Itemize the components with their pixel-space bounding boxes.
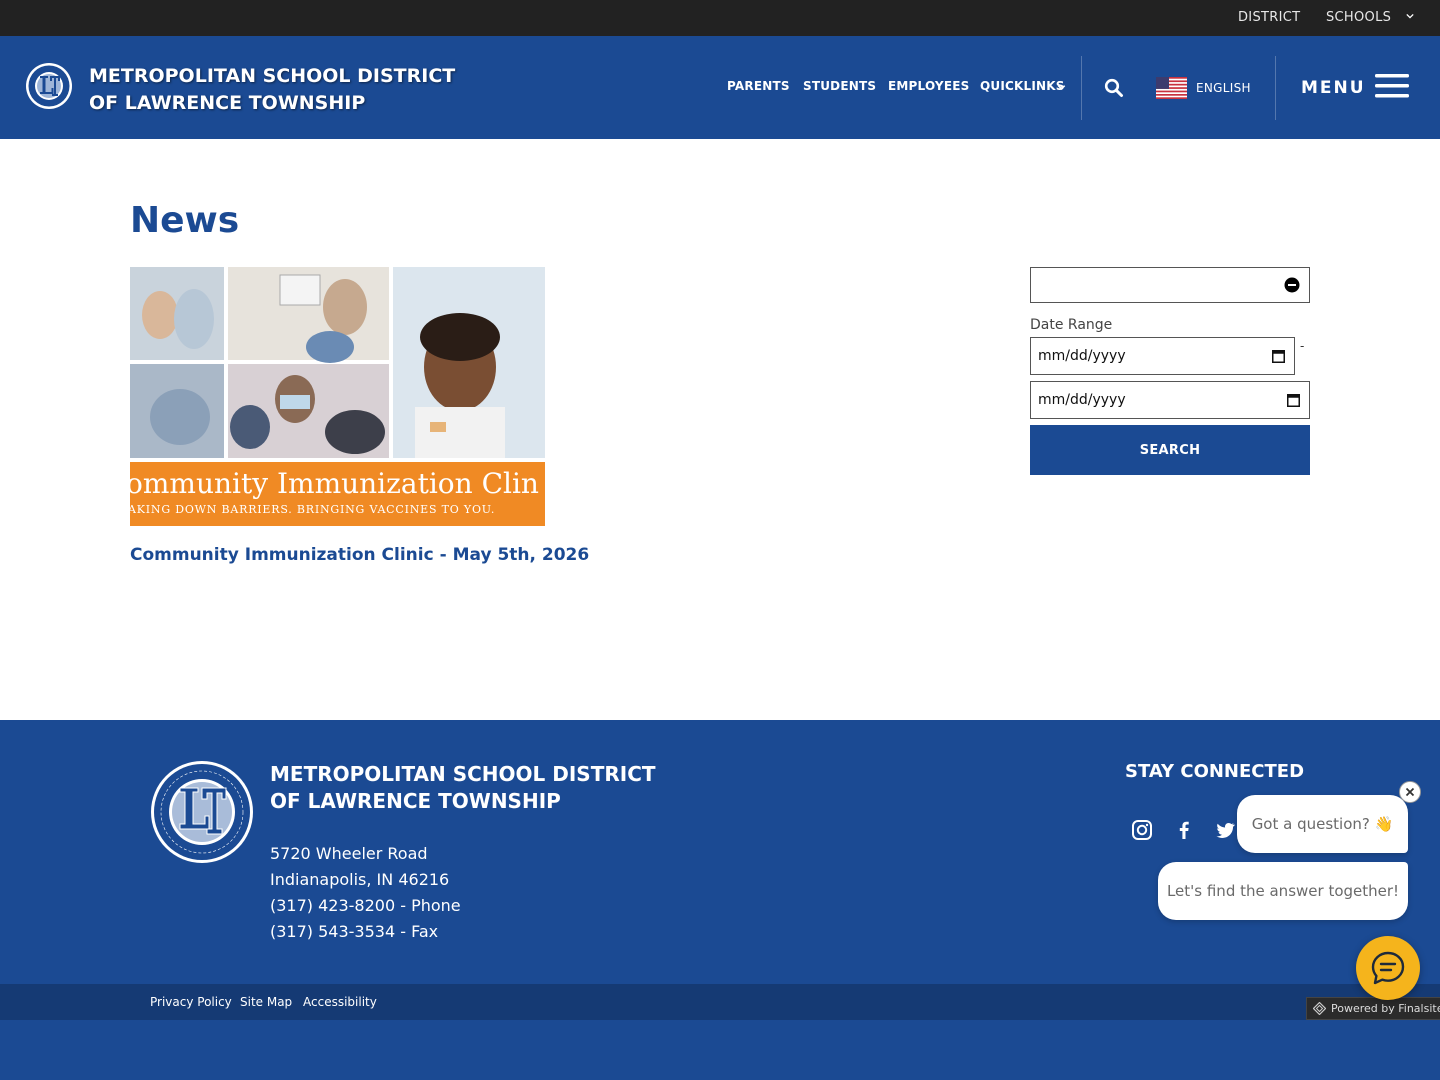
twitter-icon[interactable]: [1214, 819, 1236, 841]
chat-bubble-question[interactable]: Got a question? 👋: [1237, 795, 1408, 853]
end-date-placeholder: mm/dd/yyyy: [1038, 392, 1126, 408]
chat-icon: [1371, 951, 1405, 985]
accessibility-link[interactable]: Accessibility: [303, 995, 377, 1009]
calendar-icon[interactable]: [1287, 393, 1300, 407]
news-headline-link[interactable]: Community Immunization Clinic - May 5th,…: [130, 545, 589, 565]
us-flag-icon[interactable]: [1156, 77, 1187, 99]
site-title-line2: OF LAWRENCE TOWNSHIP: [89, 92, 366, 114]
end-date-input[interactable]: mm/dd/yyyy: [1030, 381, 1310, 419]
privacy-policy-link[interactable]: Privacy Policy: [150, 995, 232, 1009]
date-range-label: Date Range: [1030, 317, 1113, 333]
chat-bubble-answer[interactable]: Let's find the answer together!: [1158, 862, 1408, 920]
clear-icon[interactable]: [1284, 277, 1300, 293]
search-icon[interactable]: [1104, 78, 1124, 98]
start-date-placeholder: mm/dd/yyyy: [1038, 348, 1126, 364]
district-link[interactable]: DISTRICT: [1238, 10, 1300, 25]
category-filter-select[interactable]: [1030, 267, 1310, 303]
powered-by-text: Powered by Finalsite: [1331, 1002, 1440, 1015]
address-street: 5720 Wheeler Road: [270, 844, 428, 863]
address-city: Indianapolis, IN 46216: [270, 870, 450, 889]
close-icon: [1405, 787, 1415, 797]
search-button[interactable]: SEARCH: [1030, 425, 1310, 475]
facebook-icon[interactable]: [1173, 819, 1195, 841]
chevron-down-icon[interactable]: [1406, 12, 1414, 20]
calendar-icon[interactable]: [1272, 349, 1285, 363]
menu-button[interactable]: MENU: [1301, 78, 1366, 98]
site-footer: METROPOLITAN SCHOOL DISTRICT OF LAWRENCE…: [0, 720, 1440, 984]
news-image-art: ommunity Immunization Clin AKING DOWN BA…: [130, 267, 545, 526]
date-range-separator: -: [1300, 339, 1305, 353]
banner-tagline: AKING DOWN BARRIERS. BRINGING VACCINES T…: [130, 503, 495, 516]
site-map-link[interactable]: Site Map: [240, 995, 292, 1009]
powered-by-badge[interactable]: Powered by Finalsite: [1306, 997, 1440, 1020]
hamburger-icon[interactable]: [1375, 73, 1409, 99]
fax-number: (317) 543-3534 - Fax: [270, 922, 439, 941]
header-divider: [1275, 56, 1276, 120]
schools-dropdown[interactable]: SCHOOLS: [1326, 10, 1391, 25]
footer-title: METROPOLITAN SCHOOL DISTRICT OF LAWRENCE…: [270, 761, 656, 815]
nav-students[interactable]: STUDENTS: [803, 79, 876, 93]
news-image[interactable]: ommunity Immunization Clin AKING DOWN BA…: [130, 267, 545, 526]
site-title[interactable]: METROPOLITAN SCHOOL DISTRICT OF LAWRENCE…: [89, 63, 456, 117]
language-selector[interactable]: ENGLISH: [1196, 81, 1251, 95]
nav-quicklinks[interactable]: QUICKLINKS: [980, 79, 1065, 93]
instagram-icon[interactable]: [1131, 819, 1153, 841]
banner-headline: ommunity Immunization Clin: [130, 467, 539, 500]
footer-title-line1: METROPOLITAN SCHOOL DISTRICT: [270, 762, 656, 786]
nav-parents[interactable]: PARENTS: [727, 79, 790, 93]
footer-bottom-bar: Privacy Policy Site Map Accessibility Po…: [0, 984, 1440, 1020]
footer-address: 5720 Wheeler Road Indianapolis, IN 46216…: [270, 841, 461, 945]
page-title: News: [130, 200, 240, 241]
start-date-input[interactable]: mm/dd/yyyy: [1030, 337, 1295, 375]
site-title-line1: METROPOLITAN SCHOOL DISTRICT: [89, 65, 456, 87]
finalsite-logo-icon: [1313, 1002, 1326, 1015]
header-divider: [1081, 56, 1082, 120]
stay-connected-heading: STAY CONNECTED: [1125, 761, 1305, 782]
chevron-down-icon[interactable]: [1057, 83, 1066, 92]
phone-number[interactable]: (317) 423-8200 - Phone: [270, 893, 461, 919]
main-content: News ommunity Immunization Clin AKING DO…: [0, 139, 1440, 720]
utility-bar: DISTRICT SCHOOLS: [0, 0, 1440, 36]
district-logo-icon[interactable]: [25, 62, 73, 110]
district-seal-icon[interactable]: [150, 760, 254, 864]
site-header: METROPOLITAN SCHOOL DISTRICT OF LAWRENCE…: [0, 36, 1440, 139]
chat-launcher-button[interactable]: [1356, 936, 1420, 1000]
nav-employees[interactable]: EMPLOYEES: [888, 79, 969, 93]
footer-title-line2: OF LAWRENCE TOWNSHIP: [270, 789, 561, 813]
